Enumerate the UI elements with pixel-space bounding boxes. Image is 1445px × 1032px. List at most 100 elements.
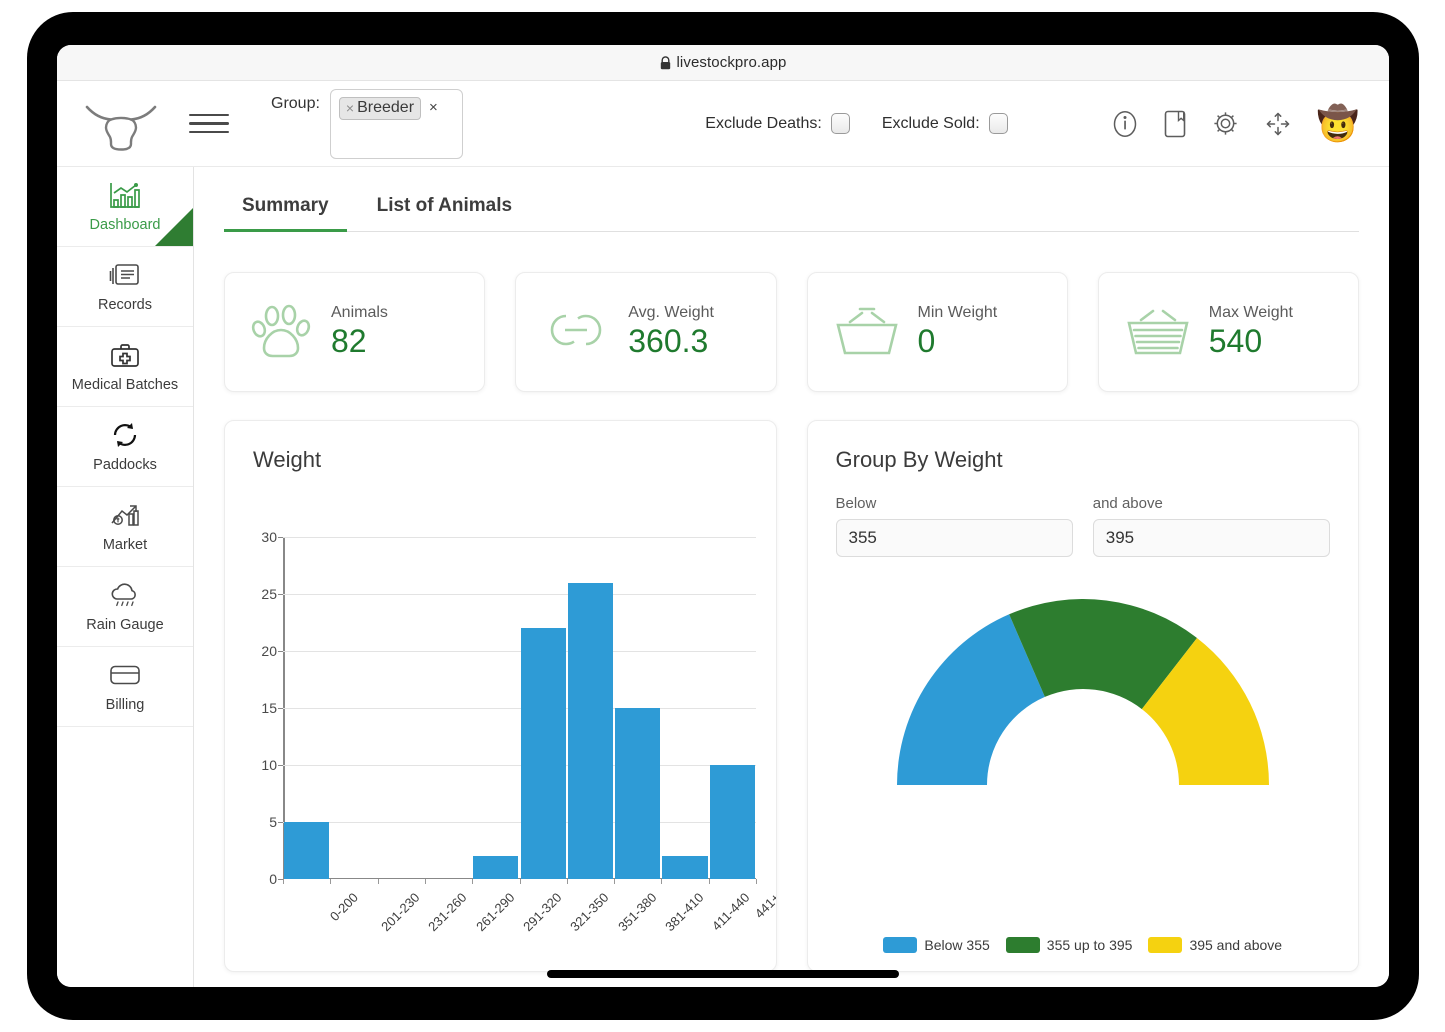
sidebar-item-market[interactable]: Market xyxy=(57,487,193,567)
group-by-weight-gauge[interactable] xyxy=(893,597,1273,793)
rain-cloud-icon xyxy=(109,580,141,610)
empty-basket-icon xyxy=(832,301,902,364)
above-threshold-input[interactable] xyxy=(1093,519,1330,557)
stat-label: Animals xyxy=(331,304,388,322)
below-threshold-input[interactable] xyxy=(836,519,1073,557)
legend-item-2[interactable]: 355 up to 395 xyxy=(1006,937,1133,953)
url-display[interactable]: livestockpro.app xyxy=(660,54,787,71)
exclude-sold-label: Exclude Sold: xyxy=(882,115,980,133)
gear-icon[interactable] xyxy=(1212,110,1239,137)
lock-icon xyxy=(660,56,671,70)
y-tick xyxy=(278,537,283,538)
notebook-icon[interactable] xyxy=(1164,110,1186,138)
chain-link-icon xyxy=(540,307,612,358)
gauge-svg xyxy=(893,597,1273,793)
sidebar-item-billing[interactable]: Billing xyxy=(57,647,193,727)
sidebar-item-medical-batches[interactable]: Medical Batches xyxy=(57,327,193,407)
browser-address-bar[interactable]: livestockpro.app xyxy=(57,45,1389,81)
sidebar: Dashboard Records xyxy=(57,167,194,987)
stat-texts: Animals 82 xyxy=(331,304,388,359)
paw-print-icon xyxy=(249,299,315,366)
threshold-inputs: Below and above xyxy=(836,495,1331,557)
stat-label: Avg. Weight xyxy=(628,304,714,322)
x-tick-label: 261-290 xyxy=(473,890,517,934)
x-tick xyxy=(567,879,568,884)
legend-swatch xyxy=(883,937,917,953)
hamburger-menu-icon[interactable] xyxy=(189,104,229,144)
bar[interactable] xyxy=(662,856,707,879)
bar-chart-icon xyxy=(109,180,141,210)
group-panel-title: Group By Weight xyxy=(836,447,1331,473)
exclude-deaths-label: Exclude Deaths: xyxy=(705,115,822,133)
sidebar-item-records[interactable]: Records xyxy=(57,247,193,327)
y-tick xyxy=(278,708,283,709)
stat-value: 0 xyxy=(918,324,998,359)
bar[interactable] xyxy=(615,708,660,879)
legend-item-3[interactable]: 395 and above xyxy=(1148,937,1282,953)
bar[interactable] xyxy=(473,856,518,879)
x-tick xyxy=(283,879,284,884)
group-select-input[interactable]: × Breeder × xyxy=(330,89,463,159)
y-tick-label: 5 xyxy=(269,814,277,830)
stat-card-animals[interactable]: Animals 82 xyxy=(224,272,485,392)
move-arrows-icon[interactable] xyxy=(1265,111,1291,137)
credit-card-icon xyxy=(109,660,141,690)
stat-value: 82 xyxy=(331,324,388,359)
x-tick xyxy=(661,879,662,884)
full-basket-icon xyxy=(1123,301,1193,364)
y-tick xyxy=(278,651,283,652)
url-text: livestockpro.app xyxy=(677,54,787,71)
gauge-legend: Below 355 355 up to 395 395 and above xyxy=(808,937,1359,953)
weight-histogram-chart[interactable]: 0510152025300-200201-230231-260261-29029… xyxy=(245,529,760,971)
chip-remove-icon[interactable]: × xyxy=(346,100,354,116)
longhorn-logo-icon[interactable] xyxy=(75,94,167,154)
tab-summary[interactable]: Summary xyxy=(224,183,347,231)
sidebar-item-rain-gauge[interactable]: Rain Gauge xyxy=(57,567,193,647)
sidebar-item-dashboard[interactable]: Dashboard xyxy=(57,167,193,247)
weight-panel-title: Weight xyxy=(253,447,748,473)
x-tick xyxy=(330,879,331,884)
y-tick-label: 20 xyxy=(261,643,277,659)
stat-card-avg-weight[interactable]: Avg. Weight 360.3 xyxy=(515,272,776,392)
stat-label: Max Weight xyxy=(1209,304,1293,322)
bar[interactable] xyxy=(521,628,566,879)
below-label: Below xyxy=(836,495,1073,512)
y-tick xyxy=(278,822,283,823)
stat-card-min-weight[interactable]: Min Weight 0 xyxy=(807,272,1068,392)
avatar[interactable]: 🤠 xyxy=(1317,107,1359,141)
bar[interactable] xyxy=(710,765,755,879)
above-label: and above xyxy=(1093,495,1330,512)
exclude-sold-checkbox[interactable] xyxy=(989,113,1008,134)
legend-swatch xyxy=(1148,937,1182,953)
x-tick xyxy=(472,879,473,884)
x-tick-label: 291-320 xyxy=(520,890,564,934)
sidebar-item-label: Paddocks xyxy=(93,457,157,473)
tablet-screen: livestockpro.app Group: × Breeder xyxy=(57,45,1389,987)
stat-label: Min Weight xyxy=(918,304,998,322)
x-tick-label: 381-410 xyxy=(662,890,706,934)
tab-list-of-animals[interactable]: List of Animals xyxy=(359,183,530,231)
bar[interactable] xyxy=(568,583,613,879)
y-tick xyxy=(278,594,283,595)
sidebar-item-label: Billing xyxy=(106,697,145,713)
bar[interactable] xyxy=(284,822,329,879)
tablet-device-frame: livestockpro.app Group: × Breeder xyxy=(27,12,1419,1020)
exclude-deaths-checkbox[interactable] xyxy=(831,113,850,134)
above-threshold-field: and above xyxy=(1093,495,1330,557)
legend-label: 395 and above xyxy=(1189,937,1282,953)
y-tick-label: 15 xyxy=(261,700,277,716)
weight-panel: Weight 0510152025300-200201-230231-26026… xyxy=(224,420,777,972)
x-tick-label: 351-380 xyxy=(615,890,659,934)
legend-item-1[interactable]: Below 355 xyxy=(883,937,989,953)
sidebar-item-label: Market xyxy=(103,537,147,553)
x-tick xyxy=(709,879,710,884)
header-action-icons: 🤠 xyxy=(1112,107,1359,141)
sidebar-item-paddocks[interactable]: Paddocks xyxy=(57,407,193,487)
sidebar-item-label: Medical Batches xyxy=(72,377,178,393)
stat-card-max-weight[interactable]: Max Weight 540 xyxy=(1098,272,1359,392)
info-circle-icon[interactable] xyxy=(1112,110,1138,138)
x-tick-label: 201-230 xyxy=(378,890,422,934)
app-header: Group: × Breeder × Exclude Deaths: Exclu… xyxy=(57,81,1389,167)
group-clear-icon[interactable]: × xyxy=(429,99,438,116)
group-chip-breeder[interactable]: × Breeder xyxy=(339,97,421,120)
